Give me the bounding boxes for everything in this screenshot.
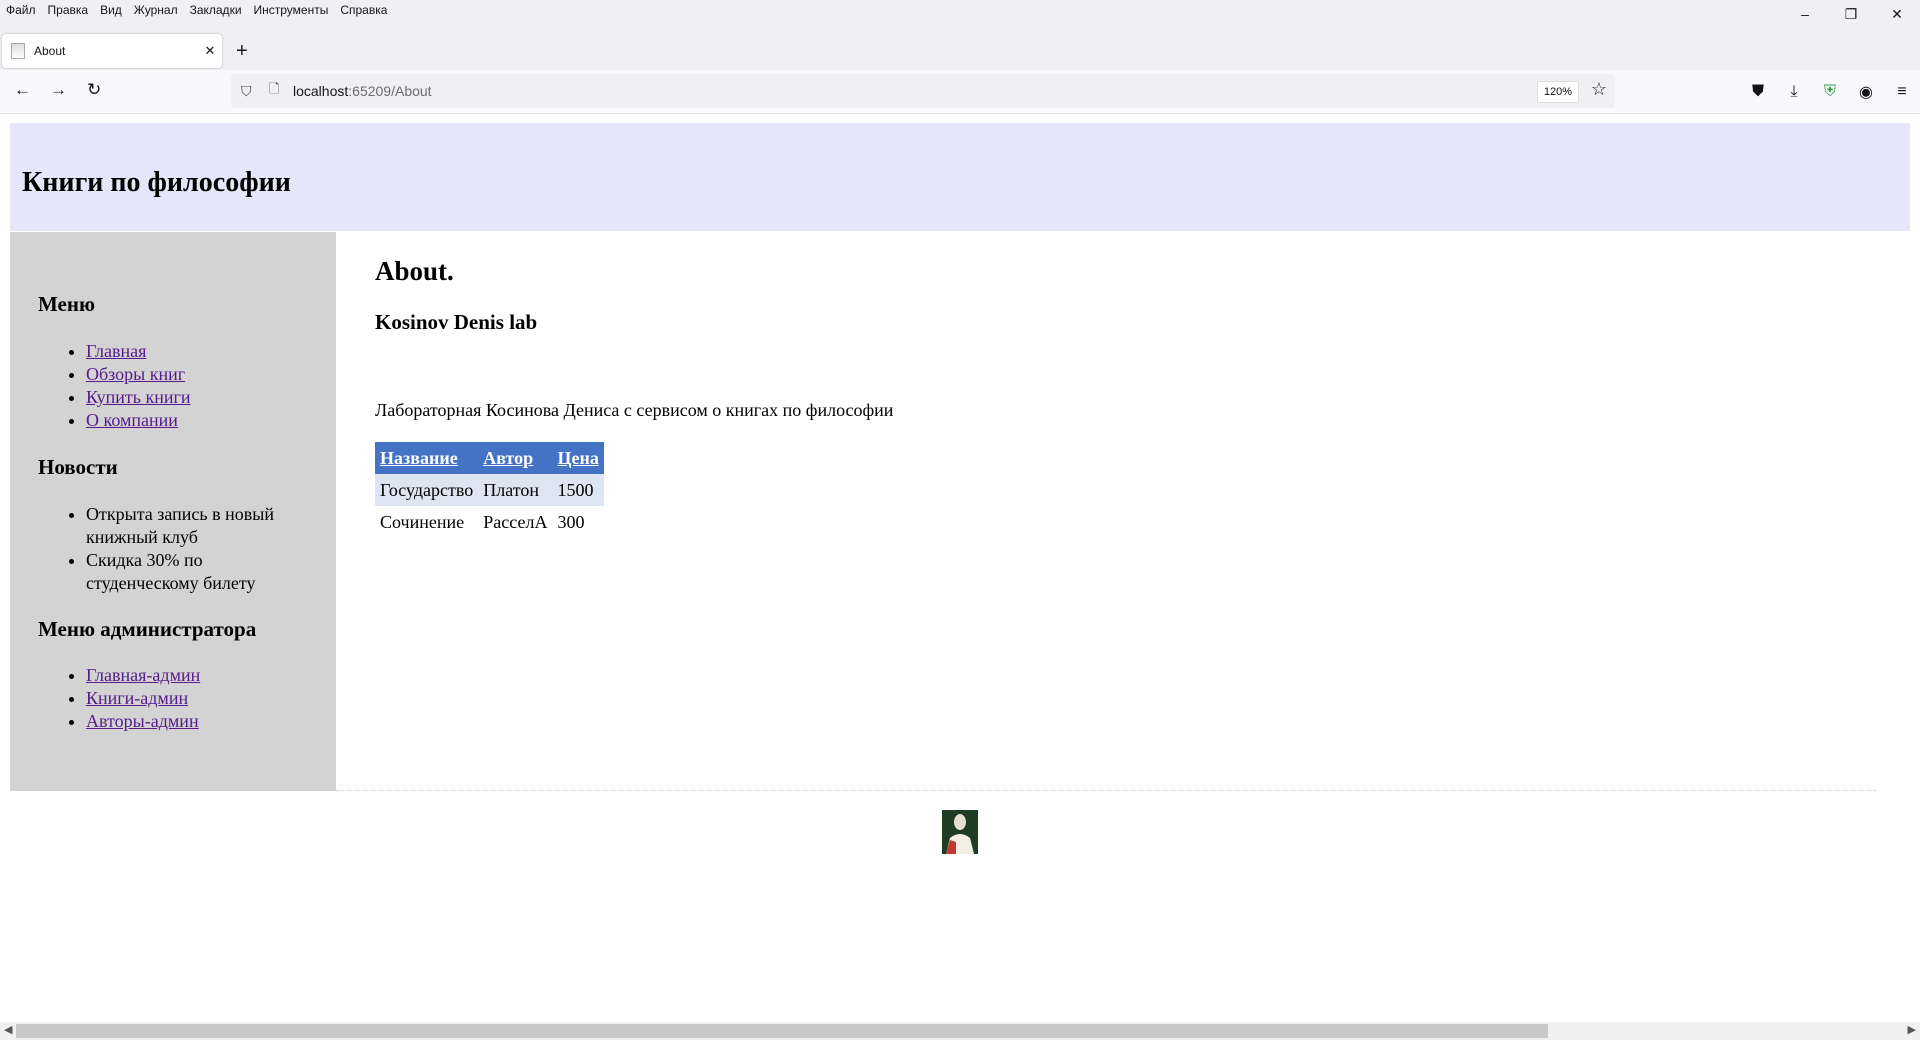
back-button[interactable]: ← [14, 80, 31, 100]
zoom-indicator[interactable]: 120% [1536, 81, 1579, 103]
shield-icon[interactable]: ⛉ [241, 83, 259, 100]
table-row: Сочинение РасселА 300 [375, 506, 604, 538]
sidebar: Меню Главная Обзоры книг Купить книги О … [10, 232, 336, 791]
toolbar-icons: ⛊ ⤓ ⛨ ◉ ≡ [1740, 70, 1920, 113]
bookmark-star-icon[interactable]: ☆ [1591, 79, 1607, 100]
page-icon[interactable]: 🗋 [269, 80, 283, 102]
list-item: Скидка 30% по студенческому билету [86, 549, 316, 595]
menu-list: Главная Обзоры книг Купить книги О компа… [38, 340, 336, 432]
link-home[interactable]: Главная [86, 341, 146, 361]
page-subtitle: Kosinov Denis lab [375, 310, 538, 334]
table-cell: Сочинение [380, 511, 465, 532]
menu-edit[interactable]: Правка [48, 3, 89, 17]
admin-list: Главная-админ Книги-админ Авторы-админ [38, 664, 336, 733]
page-description: Лабораторная Косинова Дениса с сервисом … [375, 400, 894, 420]
table-cell: Платон [478, 474, 553, 506]
scrollbar-thumb[interactable] [16, 1024, 1548, 1038]
page-favicon-icon [11, 43, 25, 59]
table-row: Государство Платон 1500 [375, 474, 604, 506]
page-title: About. [375, 256, 454, 286]
scroll-left-icon[interactable]: ◀ [4, 1023, 12, 1036]
site-header: Книги по философии [10, 123, 1910, 231]
list-item: Открыта запись в новый книжный клуб [86, 503, 316, 549]
news-list: Открыта запись в новый книжный клуб Скид… [38, 503, 316, 595]
menu-heading: Меню [38, 292, 96, 316]
web-page: Книги по философии Меню Главная Обзоры к… [0, 114, 1920, 1022]
list-item: Книги-админ [86, 687, 336, 710]
nav-toolbar: ← → ↻ ⛉ 🗋 localhost:65209/About 120% ☆ ⛊… [0, 70, 1920, 114]
site-title: Книги по философии [22, 167, 291, 198]
new-tab-button[interactable]: + [236, 40, 248, 63]
menu-bookmarks[interactable]: Закладки [190, 3, 242, 17]
menu-bar: Файл Правка Вид Журнал Закладки Инструме… [0, 0, 1920, 20]
link-admin-home[interactable]: Главная-админ [86, 665, 200, 685]
tab-title: About [34, 44, 66, 58]
reload-button[interactable]: ↻ [87, 80, 101, 100]
footer-portrait-image [942, 810, 978, 854]
account-icon[interactable]: ◉ [1848, 82, 1884, 102]
list-item: Главная-админ [86, 664, 336, 687]
footer-divider [336, 790, 1876, 791]
app-menu-icon[interactable]: ≡ [1884, 83, 1920, 101]
menu-history[interactable]: Журнал [134, 3, 178, 17]
list-item: Главная [86, 340, 336, 363]
extension-shield-icon[interactable]: ⛨ [1812, 83, 1848, 101]
books-table: Название Автор Цена Государство Платон 1… [375, 442, 604, 538]
tab-about[interactable]: About ✕ [2, 34, 222, 68]
tab-close-icon[interactable]: ✕ [198, 43, 222, 59]
link-admin-authors[interactable]: Авторы-админ [86, 711, 199, 731]
link-buy[interactable]: Купить книги [86, 387, 191, 407]
url-bar[interactable]: ⛉ 🗋 localhost:65209/About 120% ☆ [231, 74, 1615, 108]
table-cell: РасселА [483, 511, 548, 532]
url-path: :65209/About [348, 83, 432, 99]
link-admin-books[interactable]: Книги-админ [86, 688, 188, 708]
news-heading: Новости [38, 455, 118, 479]
table-cell: Государство [375, 474, 479, 506]
sort-by-price-link[interactable]: Цена [557, 448, 598, 468]
menu-help[interactable]: Справка [340, 3, 387, 17]
list-item: Обзоры книг [86, 363, 336, 386]
list-item: Авторы-админ [86, 710, 336, 733]
sort-by-title-link[interactable]: Название [380, 448, 458, 468]
table-cell: 1500 [552, 474, 604, 506]
link-reviews[interactable]: Обзоры книг [86, 364, 185, 384]
list-item: Купить книги [86, 386, 336, 409]
table-header-row: Название Автор Цена [375, 442, 604, 474]
admin-heading: Меню администратора [38, 617, 257, 641]
column-header: Цена [552, 442, 604, 474]
tab-strip: About ✕ + [0, 20, 1920, 70]
scroll-right-icon[interactable]: ▶ [1908, 1023, 1916, 1036]
table-cell: 300 [557, 511, 585, 532]
pocket-icon[interactable]: ⛊ [1740, 83, 1776, 101]
sort-by-author-link[interactable]: Автор [483, 448, 533, 468]
menu-file[interactable]: Файл [6, 3, 36, 17]
menu-tools[interactable]: Инструменты [254, 3, 329, 17]
horizontal-scrollbar[interactable]: ◀ ▶ [0, 1022, 1920, 1040]
menu-view[interactable]: Вид [100, 3, 122, 17]
url-host: localhost [293, 83, 349, 99]
downloads-icon[interactable]: ⤓ [1776, 83, 1812, 101]
column-header: Название [375, 442, 479, 474]
forward-button[interactable]: → [50, 80, 67, 100]
column-header: Автор [478, 442, 553, 474]
list-item: О компании [86, 409, 336, 432]
link-about[interactable]: О компании [86, 410, 178, 430]
